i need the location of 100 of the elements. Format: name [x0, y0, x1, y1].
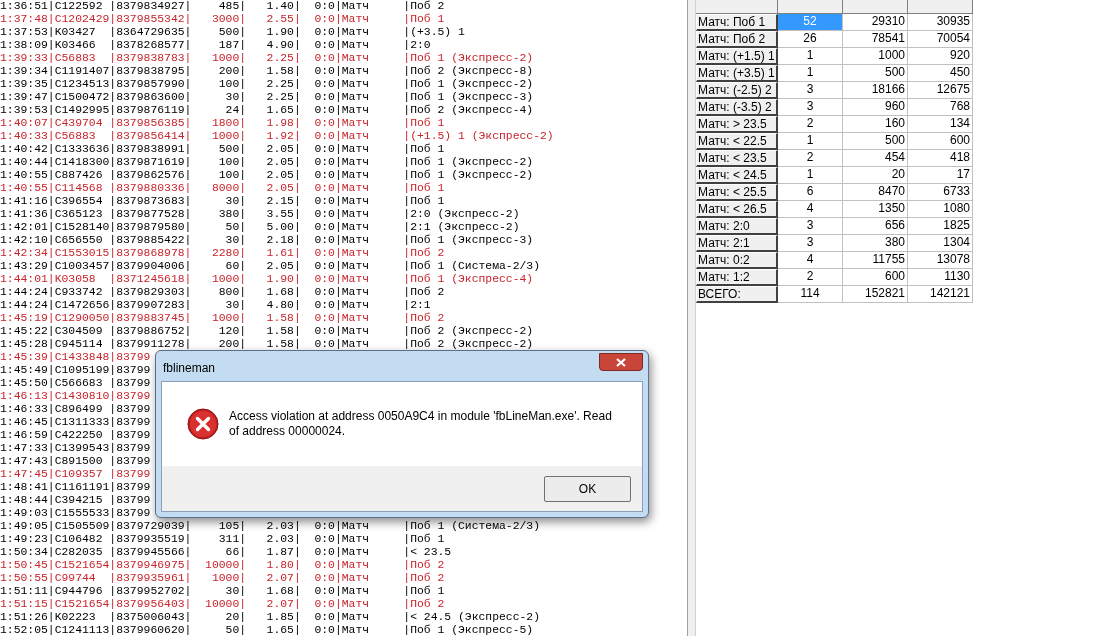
- log-line: 1:42:34|C1553015|8379868978| 2280| 1.61| 0:0|Матч |Поб 2: [0, 247, 445, 260]
- row-header: Матч: (+1.5) 1: [696, 48, 778, 65]
- log-line: 1:49:05|C1505509|8379729039| 105| 2.03| 0:0|Матч |Поб 1 (Система-2/3): [0, 520, 540, 533]
- log-line: 1:44:01|K03058 |8371245618| 1000| 1.90| 0:0|Матч |Поб 1 (Экспресс-4): [0, 273, 534, 286]
- table-cell: 1350: [843, 201, 908, 218]
- log-line: 1:42:10|C656550 |8379885422| 30| 2.18| 0:0|Матч |Поб 1 (Экспресс-3): [0, 234, 534, 247]
- table-cell: 70054: [908, 31, 973, 48]
- log-line: 1:45:19|C1290050|8379883745| 1000| 1.58| 0:0|Матч |Поб 2: [0, 312, 445, 325]
- column-header: [843, 0, 908, 14]
- error-icon: [187, 408, 219, 440]
- log-line: 1:49:23|C106482 |8379935519| 311| 2.03| 0:0|Матч |Поб 1: [0, 533, 445, 546]
- table-cell: 11755: [843, 252, 908, 269]
- log-line: 1:45:39|C1433848|83799: [0, 351, 151, 364]
- log-line: 1:37:48|C1202429|8379855342| 3000| 2.55| 0:0|Матч |Поб 1: [0, 13, 445, 26]
- row-header: Матч: > 23.5: [696, 116, 778, 133]
- table-cell: 142121: [908, 286, 973, 303]
- log-line: 1:39:33|C56883 |8379838783| 1000| 2.25| 0:0|Матч |Поб 1 (Экспресс-2): [0, 52, 534, 65]
- table-cell: 768: [908, 99, 973, 116]
- row-header: Матч: < 23.5: [696, 150, 778, 167]
- log-line: 1:46:59|C422250 |83799: [0, 429, 151, 442]
- log-line: 1:47:45|C109357 |83799: [0, 468, 151, 481]
- log-line: 1:38:09|K03466 |8378268577| 187| 4.90| 0:0|Матч |2:0: [0, 39, 431, 52]
- table-cell: 454: [843, 150, 908, 167]
- table-cell: 500: [843, 133, 908, 150]
- log-line: 1:45:28|C945114 |8379911278| 200| 1.58| 0:0|Матч |Поб 2 (Экспресс-2): [0, 338, 534, 351]
- table-cell: 656: [843, 218, 908, 235]
- table-cell: 380: [843, 235, 908, 252]
- log-line: 1:40:55|C887426 |8379862576| 100| 2.05| 0:0|Матч |Поб 1 (Экспресс-2): [0, 169, 534, 182]
- table-cell: 52: [778, 14, 843, 31]
- column-header: [778, 0, 843, 14]
- table-cell: 152821: [843, 286, 908, 303]
- log-line: 1:46:33|C896499 |83799: [0, 403, 151, 416]
- row-header: Матч: Поб 2: [696, 31, 778, 48]
- table-cell: 6733: [908, 184, 973, 201]
- table-cell: 1: [778, 65, 843, 82]
- log-line: 1:40:33|C56883 |8379856414| 1000| 1.92| 0:0|Матч |(+1.5) 1 (Экспресс-2): [0, 130, 554, 143]
- table-cell: 3: [778, 218, 843, 235]
- table-cell: 13078: [908, 252, 973, 269]
- table-cell: 3: [778, 235, 843, 252]
- table-cell: 134: [908, 116, 973, 133]
- log-line: 1:39:35|C1234513|8379857990| 100| 2.25| 0:0|Матч |Поб 1 (Экспресс-2): [0, 78, 534, 91]
- table-cell: 920: [908, 48, 973, 65]
- log-line: 1:45:50|C566683 |83799: [0, 377, 151, 390]
- log-line: 1:47:43|C891500 |83799: [0, 455, 151, 468]
- table-cell: 4: [778, 252, 843, 269]
- row-header: Матч: (+3.5) 1: [696, 65, 778, 82]
- log-line: 1:50:45|C1521654|8379946975| 10000| 1.80| 0:0|Матч |Поб 2: [0, 559, 445, 572]
- row-header: Матч: (-2.5) 2: [696, 82, 778, 99]
- log-line: 1:40:07|C439704 |8379856385| 1800| 1.98| 0:0|Матч |Поб 1: [0, 117, 445, 130]
- row-header: Матч: < 25.5: [696, 184, 778, 201]
- table-cell: 1: [778, 167, 843, 184]
- log-line: 1:46:45|C1311333|83799: [0, 416, 151, 429]
- row-header: Матч: < 22.5: [696, 133, 778, 150]
- dialog-title: fblineman: [163, 360, 216, 377]
- row-header: Матч: < 24.5: [696, 167, 778, 184]
- log-line: 1:41:36|C365123 |8379877528| 380| 3.55| 0:0|Матч |2:0 (Экспресс-2): [0, 208, 520, 221]
- log-line: 1:39:34|C1191407|8379838795| 200| 1.58| 0:0|Матч |Поб 2 (Экспресс-8): [0, 65, 534, 78]
- table-cell: 78541: [843, 31, 908, 48]
- log-line: 1:46:13|C1430810|83799: [0, 390, 151, 403]
- table-cell: 114: [778, 286, 843, 303]
- log-line: 1:42:01|C1528140|8379879580| 50| 5.00| 0:0|Матч |2:1 (Экспресс-2): [0, 221, 520, 234]
- log-line: 1:51:26|K02223 |8375006043| 20| 1.85| 0:0|Матч |< 24.5 (Экспресс-2): [0, 611, 540, 624]
- log-line: 1:50:34|C282035 |8379945566| 66| 1.87| 0:0|Матч |< 23.5: [0, 546, 452, 559]
- table-cell: 3: [778, 99, 843, 116]
- table-cell: 450: [908, 65, 973, 82]
- log-line: 1:52:05|C1241113|8379960620| 50| 1.65| 0:0|Матч |Поб 1 (Экспресс-5): [0, 624, 534, 636]
- table-cell: 2: [778, 116, 843, 133]
- close-button[interactable]: [599, 353, 643, 371]
- row-header: Матч: 2:1: [696, 235, 778, 252]
- table-cell: 1000: [843, 48, 908, 65]
- log-line: 1:50:55|C99744 |8379935961| 1000| 2.07| 0:0|Матч |Поб 2: [0, 572, 445, 585]
- log-line: 1:40:55|C114568 |8379880336| 8000| 2.05| 0:0|Матч |Поб 1: [0, 182, 445, 195]
- table-cell: 500: [843, 65, 908, 82]
- table-cell: 418: [908, 150, 973, 167]
- log-line: 1:43:29|C1003457|8379904006| 60| 2.05| 0:0|Матч |Поб 1 (Система-2/3): [0, 260, 540, 273]
- table-cell: 1080: [908, 201, 973, 218]
- table-cell: 3: [778, 82, 843, 99]
- log-line: 1:37:53|K03427 |8364729635| 500| 1.90| 0:0|Матч |(+3.5) 1: [0, 26, 465, 39]
- row-header: Матч: 0:2: [696, 252, 778, 269]
- table-cell: 6: [778, 184, 843, 201]
- row-header: Матч: < 26.5: [696, 201, 778, 218]
- log-line: 1:47:33|C1399543|83799: [0, 442, 151, 455]
- log-line: 1:45:49|C1095199|83799: [0, 364, 151, 377]
- row-header: ВСЕГО:: [696, 286, 778, 303]
- ok-button[interactable]: OK: [544, 475, 631, 502]
- close-icon: [616, 357, 626, 367]
- table-cell: 20: [843, 167, 908, 184]
- log-line: 1:48:44|C394215 |83799: [0, 494, 151, 507]
- log-line: 1:48:41|C1161191|83799: [0, 481, 151, 494]
- table-cell: 12675: [908, 82, 973, 99]
- table-cell: 160: [843, 116, 908, 133]
- row-header: Матч: Поб 1: [696, 14, 778, 31]
- row-header: Матч: 1:2: [696, 269, 778, 286]
- log-line: 1:36:51|C122592 |8379834927| 485| 1.40| 0:0|Матч |Поб 2: [0, 0, 445, 13]
- table-cell: 30935: [908, 14, 973, 31]
- table-cell: 8470: [843, 184, 908, 201]
- table-cell: 29310: [843, 14, 908, 31]
- log-line: 1:44:24|C1472656|8379907283| 30| 4.80| 0:0|Матч |2:1: [0, 299, 431, 312]
- table-cell: 960: [843, 99, 908, 116]
- table-cell: 1: [778, 48, 843, 65]
